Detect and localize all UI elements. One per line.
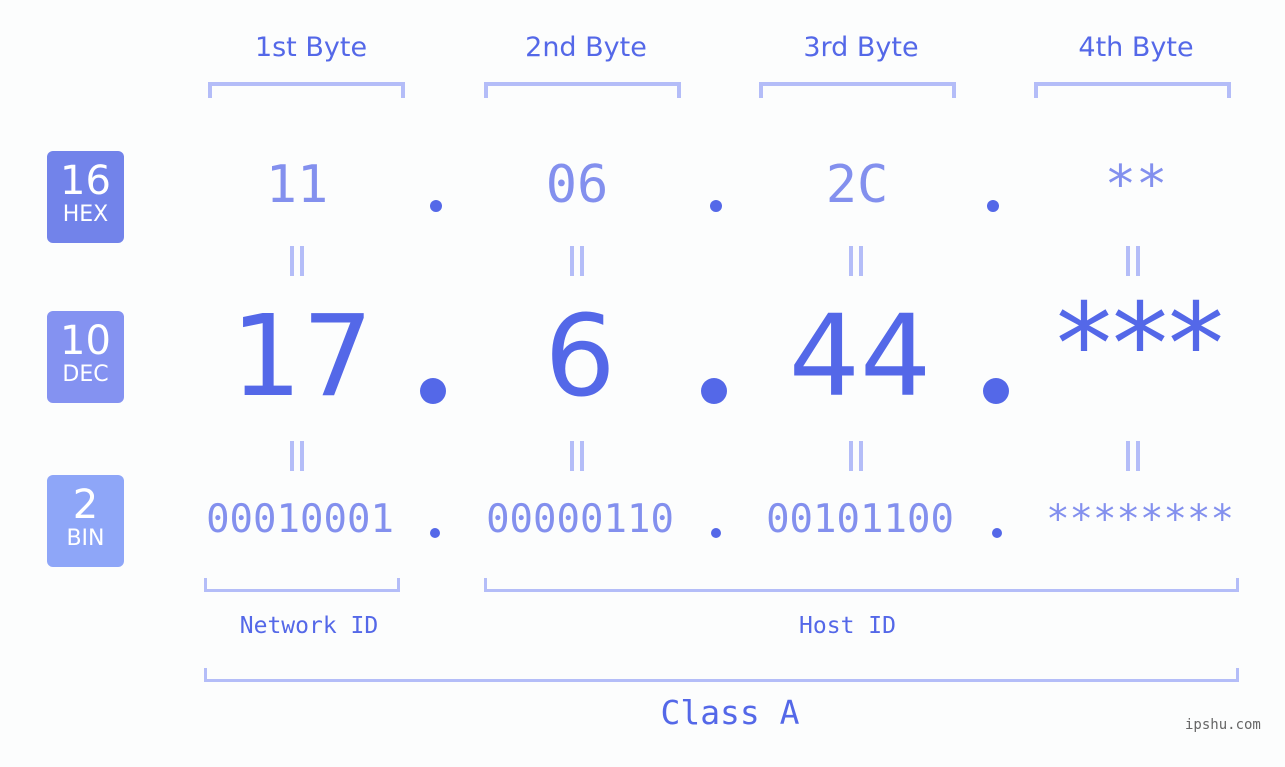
bin-byte-1: 00010001 (206, 497, 394, 542)
bin-base-label: BIN (66, 526, 105, 551)
byte-header-4: 4th Byte (1078, 32, 1194, 63)
bin-base-number: 2 (72, 482, 99, 528)
bin-byte-4: ******** (1046, 497, 1234, 542)
equals-marker (570, 246, 590, 276)
bin-byte-2: 00000110 (486, 497, 674, 542)
class-label: Class A (660, 693, 800, 732)
dec-byte-3: 44 (788, 292, 932, 422)
class-bracket (204, 668, 1239, 682)
hex-dot-2 (710, 200, 722, 212)
byte-bracket-2 (484, 82, 681, 98)
dec-dot-2 (701, 378, 727, 404)
bin-dot-1 (430, 528, 440, 538)
dec-base-label: DEC (62, 362, 109, 387)
hex-dot-1 (430, 200, 442, 212)
equals-marker (290, 246, 310, 276)
equals-marker (570, 441, 590, 471)
hex-byte-3: 2C (825, 155, 889, 215)
byte-bracket-1 (208, 82, 405, 98)
equals-marker (849, 441, 869, 471)
byte-header-3: 3rd Byte (803, 32, 919, 63)
dec-byte-1: 17 (230, 292, 374, 422)
network-id-bracket (204, 578, 400, 592)
byte-bracket-4 (1034, 82, 1231, 98)
dec-dot-1 (420, 378, 446, 404)
equals-marker (849, 246, 869, 276)
bin-byte-3: 00101100 (766, 497, 954, 542)
equals-marker (1126, 246, 1146, 276)
byte-header-2: 2nd Byte (525, 32, 647, 63)
byte-bracket-3 (759, 82, 956, 98)
bin-dot-2 (711, 528, 721, 538)
hex-byte-1: 11 (265, 155, 329, 215)
host-id-label: Host ID (799, 613, 896, 639)
dec-badge: 10 DEC (47, 311, 124, 403)
watermark: ipshu.com (1185, 717, 1261, 733)
bin-dot-3 (992, 528, 1002, 538)
dec-base-number: 10 (60, 318, 111, 364)
hex-badge: 16 HEX (47, 151, 124, 243)
network-id-label: Network ID (239, 613, 379, 639)
host-id-bracket (484, 578, 1239, 592)
equals-marker (1126, 441, 1146, 471)
dec-byte-4: *** (1056, 280, 1224, 410)
hex-base-label: HEX (62, 202, 109, 227)
hex-byte-2: 06 (545, 155, 609, 215)
hex-byte-4: ** (1104, 155, 1168, 215)
byte-header-1: 1st Byte (254, 32, 368, 63)
hex-dot-3 (987, 200, 999, 212)
dec-byte-2: 6 (544, 292, 616, 422)
hex-base-number: 16 (60, 158, 111, 204)
dec-dot-3 (983, 378, 1009, 404)
bin-badge: 2 BIN (47, 475, 124, 567)
equals-marker (290, 441, 310, 471)
